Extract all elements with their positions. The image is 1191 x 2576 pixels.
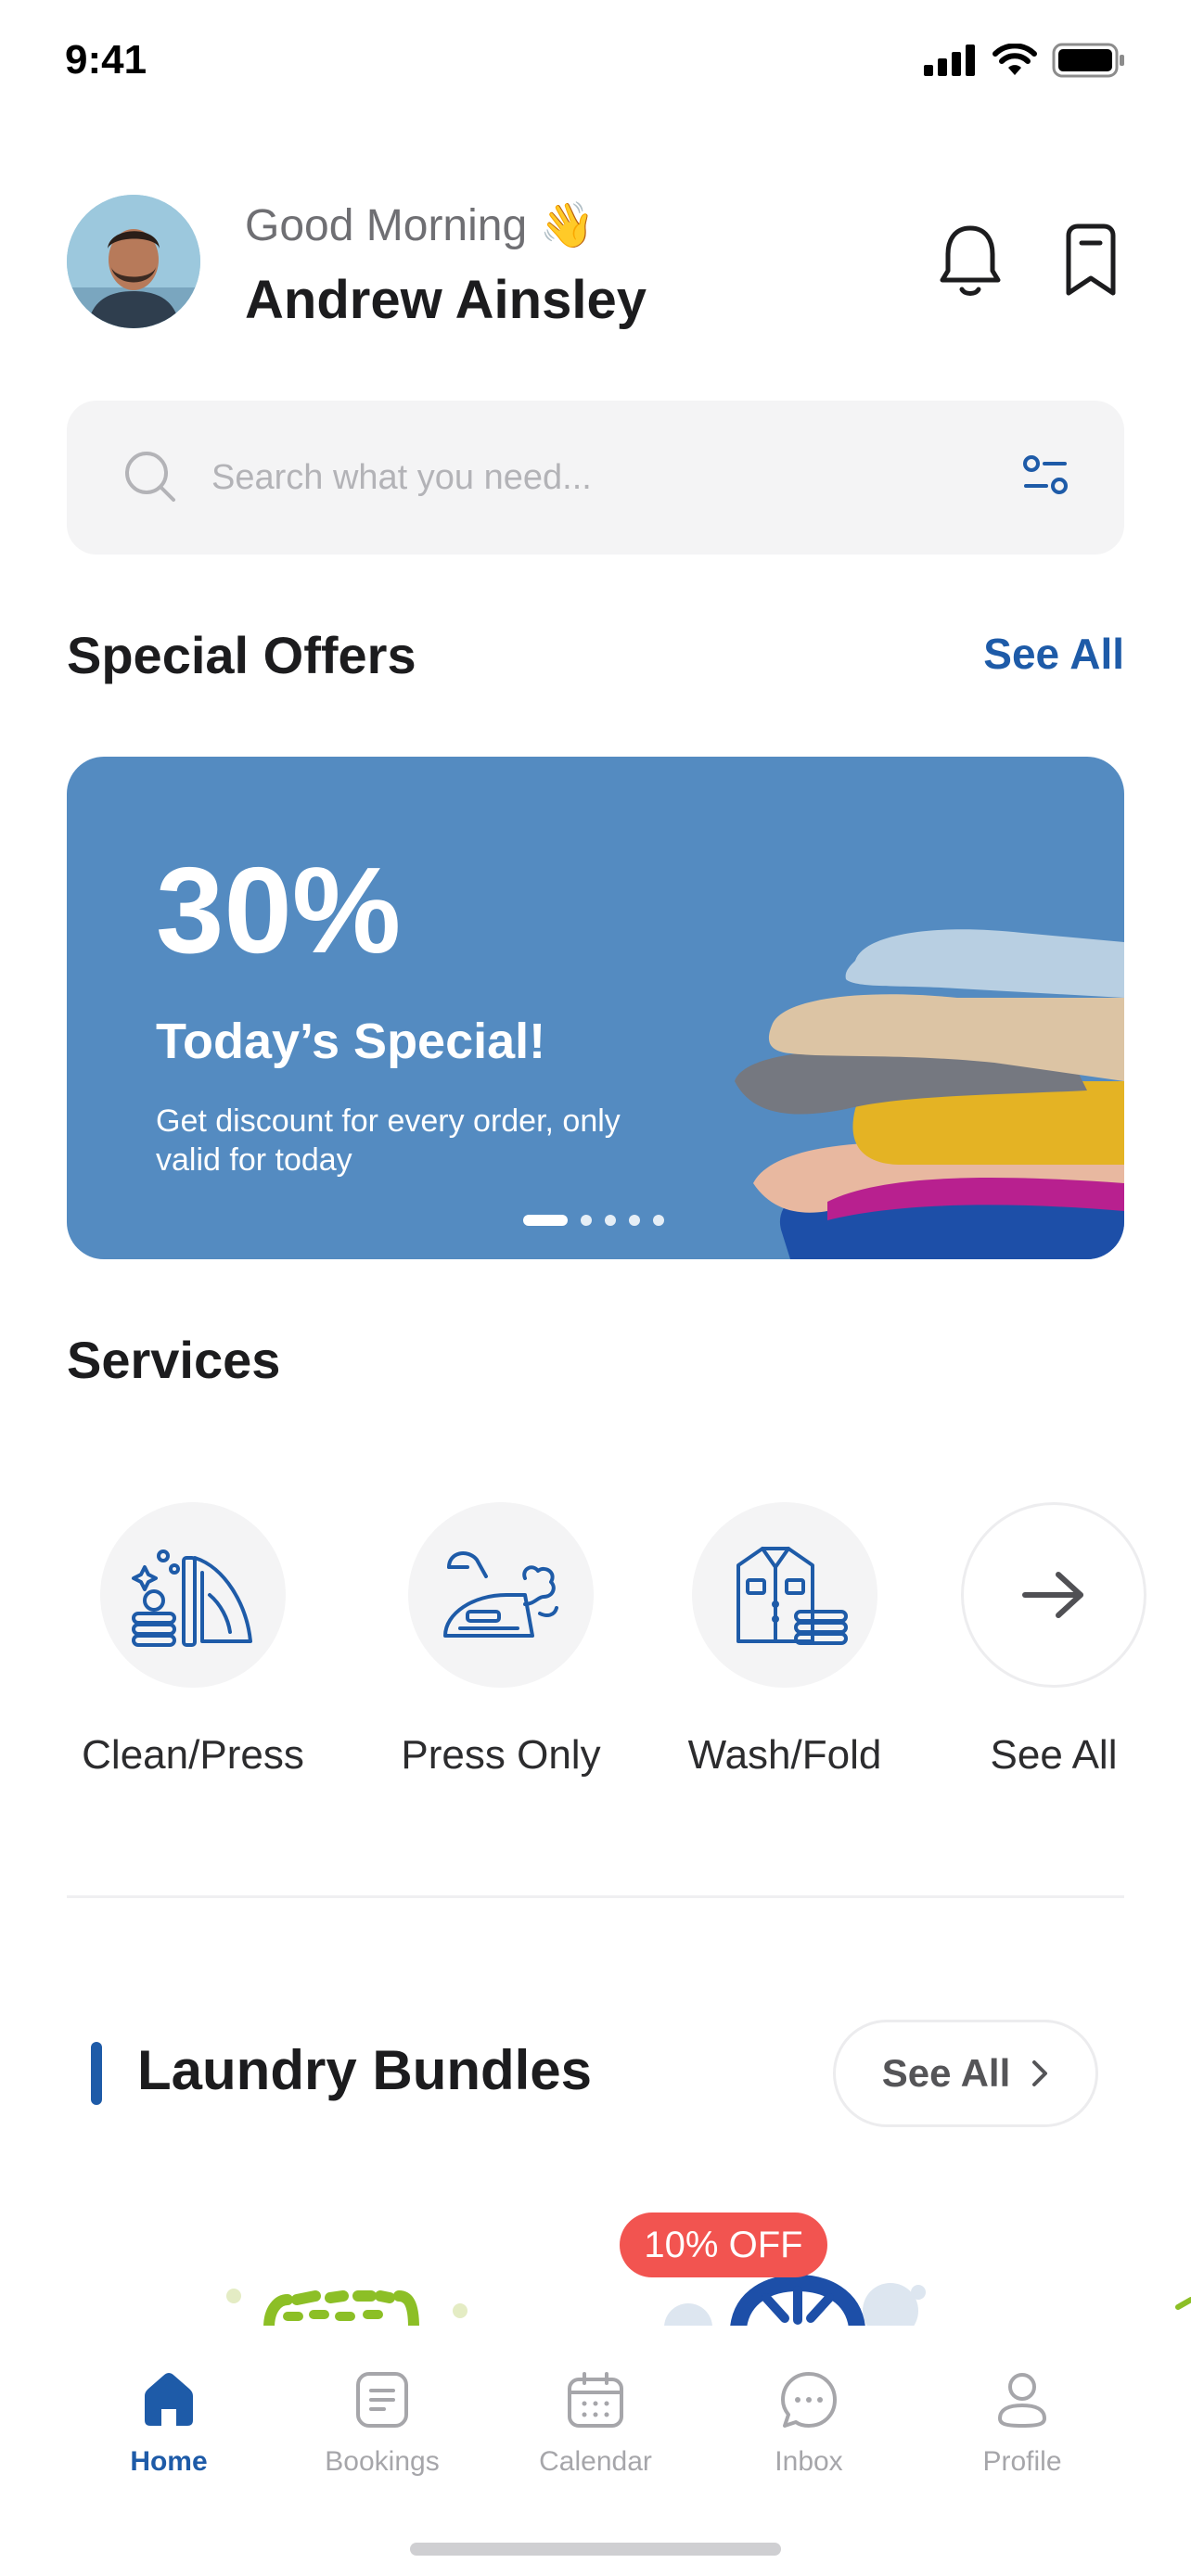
carousel-indicator <box>523 1215 664 1226</box>
avatar[interactable] <box>67 195 200 328</box>
nav-calendar[interactable]: Calendar <box>503 2363 688 2478</box>
offer-description: Get discount for every order, only valid… <box>156 1103 621 1178</box>
search-bar[interactable] <box>67 401 1124 555</box>
bundles-see-all-label: See All <box>881 2051 1011 2095</box>
header: Good Morning 👋 Andrew Ainsley <box>67 195 1124 334</box>
bundles-see-all-button[interactable]: See All <box>833 2020 1098 2127</box>
folded-clothes-image <box>735 929 1124 1259</box>
bundles-accent-bar <box>91 2042 102 2105</box>
battery-icon <box>1052 43 1124 78</box>
notifications-button[interactable] <box>937 223 1004 300</box>
service-icon-circle <box>100 1502 286 1688</box>
bookings-icon <box>356 2372 408 2428</box>
arrow-right-icon <box>1022 1572 1083 1618</box>
service-icon-circle <box>692 1502 877 1688</box>
status-bar: 9:41 <box>0 0 1191 122</box>
nav-label: Home <box>130 2446 208 2477</box>
services-title: Services <box>67 1331 281 1389</box>
nav-home[interactable]: Home <box>76 2363 262 2478</box>
wash-fold-icon <box>736 1547 848 1645</box>
profile-icon <box>997 2373 1047 2429</box>
filter-icon[interactable] <box>1022 454 1069 497</box>
inbox-icon <box>781 2372 837 2428</box>
service-press-only[interactable]: Press Only <box>390 1502 612 1779</box>
service-icon-circle <box>408 1502 594 1688</box>
discount-badge: 10% OFF <box>620 2213 827 2277</box>
carousel-dot[interactable] <box>605 1215 616 1226</box>
special-offers-title: Special Offers <box>67 626 416 684</box>
bundle-illustrations <box>226 2274 1191 2327</box>
search-icon <box>125 452 175 502</box>
bottom-navigation: Home Bookings Calendar Inbox Profile <box>0 2326 1191 2576</box>
clean-press-icon <box>132 1549 252 1647</box>
service-label: See All <box>990 1732 1118 1778</box>
service-label: Wash/Fold <box>687 1732 882 1778</box>
calendar-icon <box>568 2372 623 2428</box>
bundles-title: Laundry Bundles <box>137 2039 593 2101</box>
carousel-dot-active[interactable] <box>523 1215 568 1226</box>
avatar-image <box>67 195 200 328</box>
service-icon-circle <box>961 1502 1146 1688</box>
carousel-dot[interactable] <box>653 1215 664 1226</box>
bell-icon <box>940 225 1001 296</box>
offer-percent: 30% <box>156 842 402 978</box>
service-label: Clean/Press <box>82 1732 304 1778</box>
nav-inbox[interactable]: Inbox <box>716 2363 902 2478</box>
status-time: 9:41 <box>65 37 147 83</box>
chevron-right-icon <box>1032 2060 1048 2086</box>
nav-label: Profile <box>982 2446 1062 2477</box>
status-icons <box>924 43 1126 78</box>
home-indicator <box>410 2543 781 2556</box>
services-row: Clean/Press Press Only Wash/Fold See All <box>0 1502 1191 1799</box>
service-wash-fold[interactable]: Wash/Fold <box>673 1502 896 1779</box>
service-label: Press Only <box>401 1732 601 1778</box>
special-offer-card[interactable]: 30% Today’s Special! Get discount for ev… <box>67 757 1124 1259</box>
nav-profile[interactable]: Profile <box>929 2363 1115 2478</box>
nav-bookings[interactable]: Bookings <box>289 2363 475 2478</box>
bookmarks-button[interactable] <box>1057 223 1124 300</box>
section-divider <box>67 1895 1124 1898</box>
nav-label: Inbox <box>775 2446 843 2477</box>
bookmark-icon <box>1066 223 1116 296</box>
nav-label: Bookings <box>325 2446 440 2477</box>
greeting-text: Good Morning 👋 <box>245 201 596 250</box>
offer-title: Today’s Special! <box>156 1014 546 1069</box>
carousel-dot[interactable] <box>581 1215 592 1226</box>
service-clean-press[interactable]: Clean/Press <box>82 1502 304 1779</box>
iron-icon <box>443 1551 558 1638</box>
search-input[interactable] <box>211 447 954 508</box>
wifi-icon <box>992 44 1037 75</box>
nav-label: Calendar <box>539 2446 652 2477</box>
home-icon <box>145 2373 193 2426</box>
carousel-dot[interactable] <box>629 1215 640 1226</box>
signal-icon <box>924 45 975 76</box>
bundle-cards-preview[interactable] <box>0 2207 1191 2327</box>
special-offers-see-all[interactable]: See All <box>983 629 1124 679</box>
user-name: Andrew Ainsley <box>245 270 647 330</box>
service-see-all[interactable]: See All <box>942 1502 1165 1779</box>
